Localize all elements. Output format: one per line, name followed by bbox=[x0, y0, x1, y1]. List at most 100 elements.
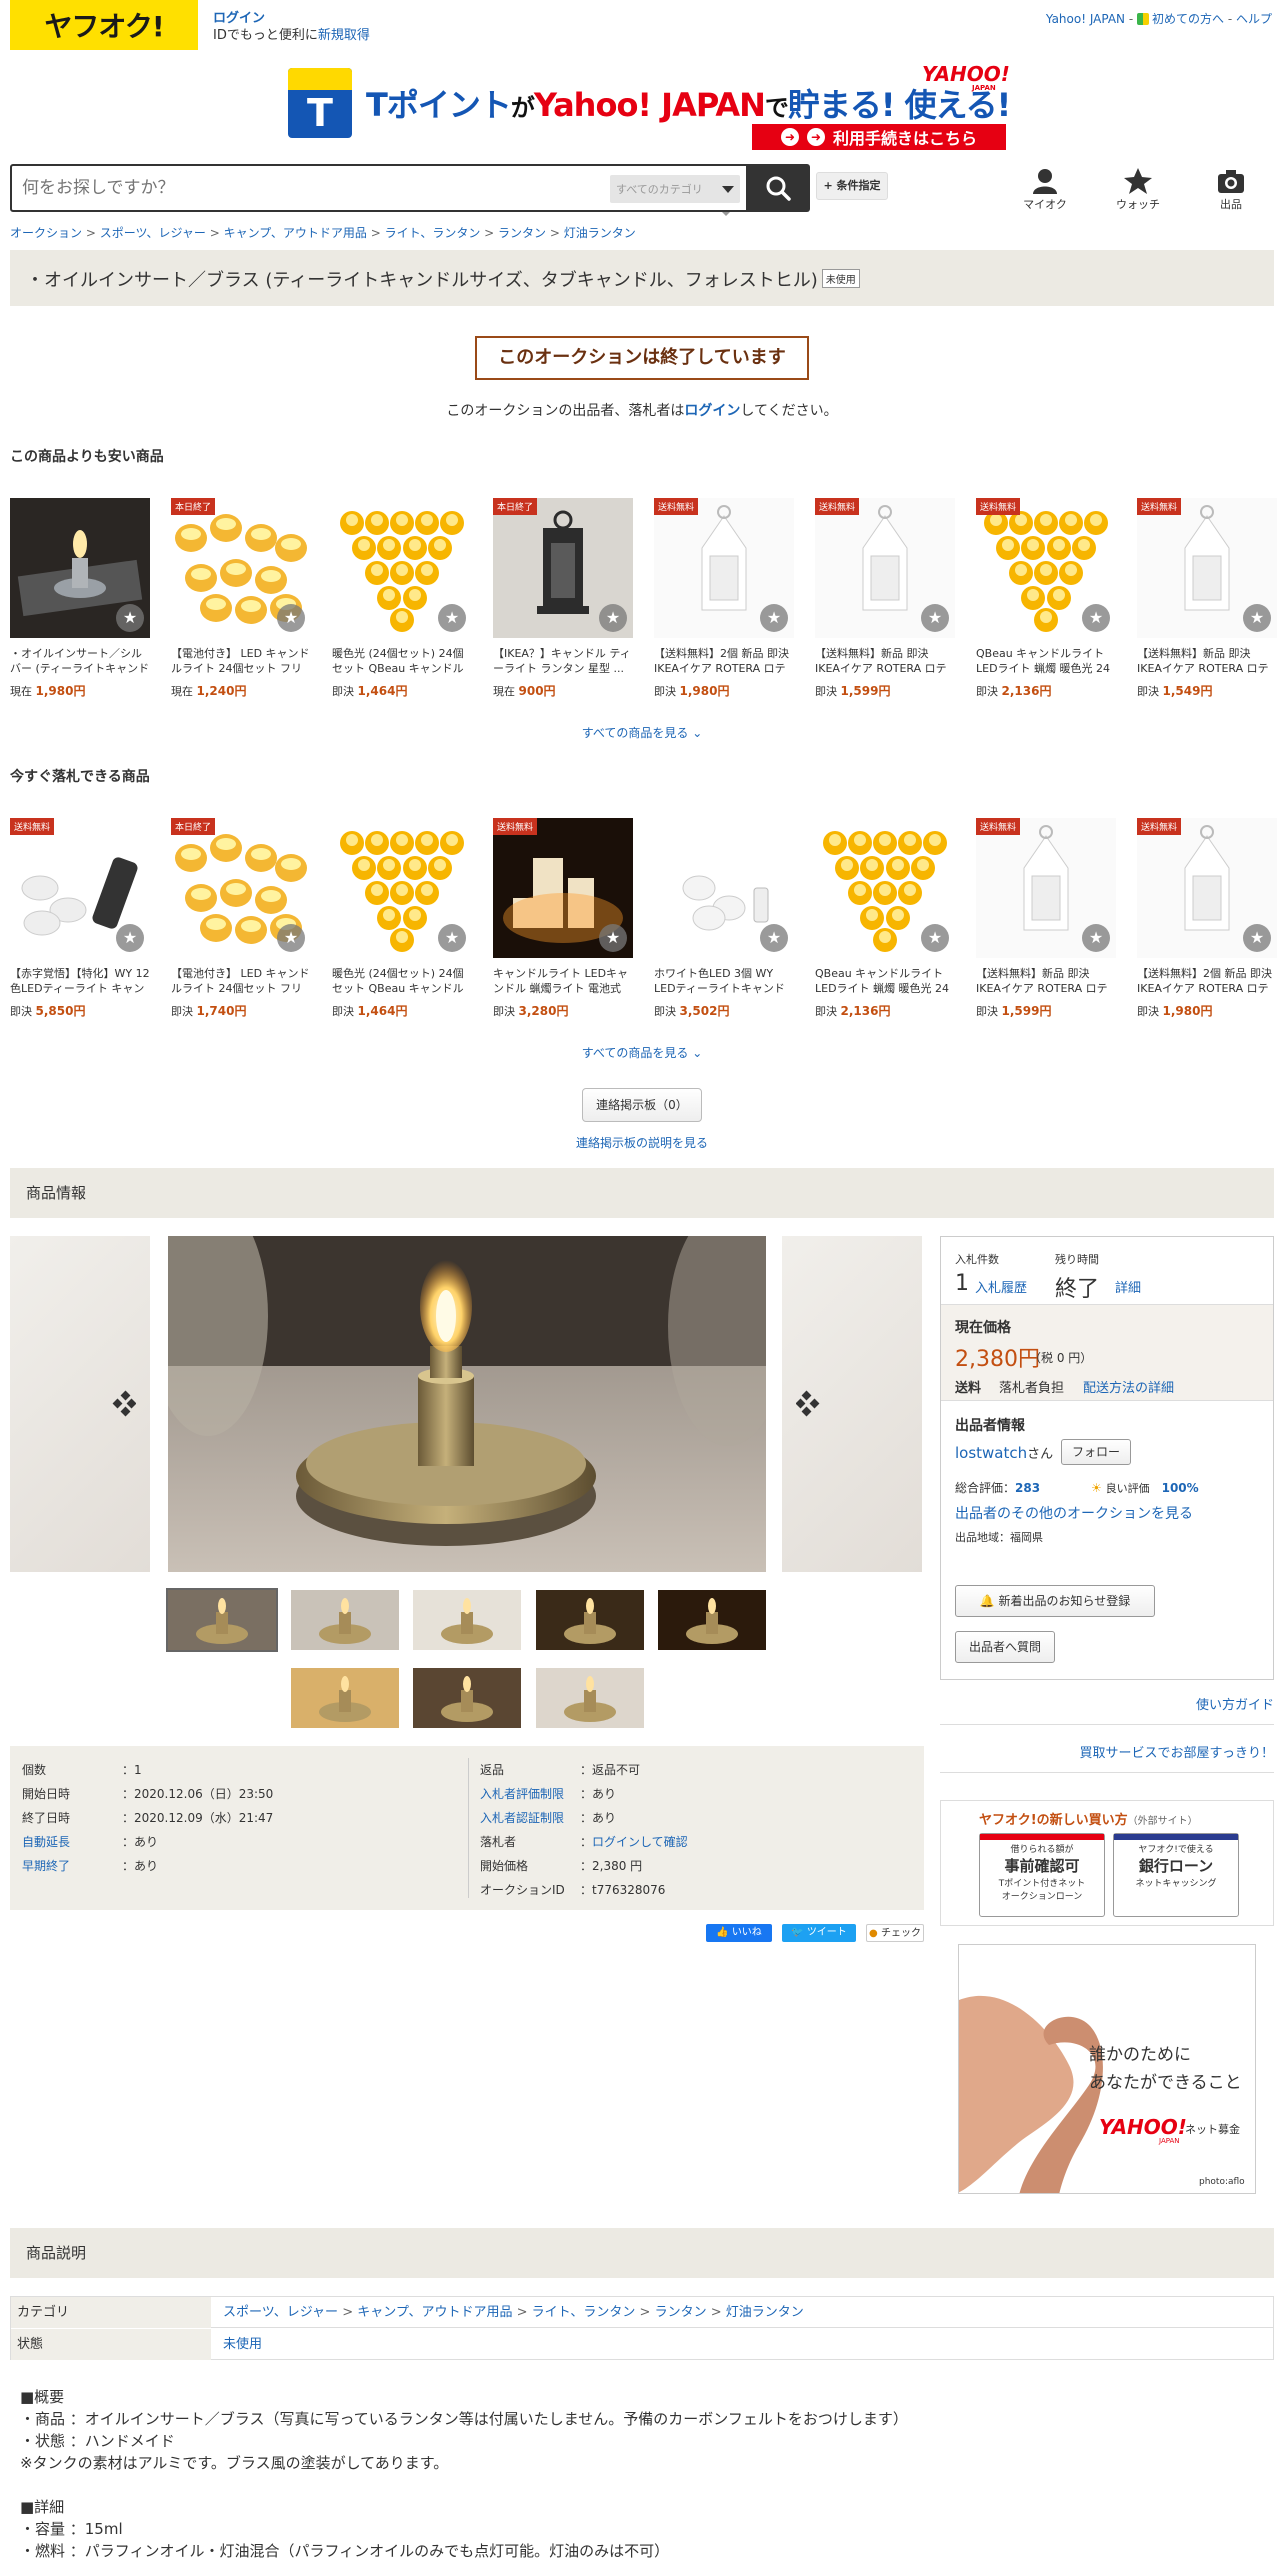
rating-link[interactable]: 283 bbox=[1015, 1481, 1040, 1495]
product-card[interactable]: 送料無料 ★ 【送料無料】新品 即決 IKEAイケア ROTERA ロテーラ ラン.… bbox=[976, 818, 1116, 1019]
watch-star-icon[interactable]: ★ bbox=[438, 604, 466, 632]
product-card[interactable]: 送料無料 ★ 【送料無料】新品 即決 IKEAイケア ROTERA ロテーラ ラン.… bbox=[815, 498, 955, 699]
loan-card-1[interactable]: 借りられる額が 事前確認可 Tポイント付きネット オークションローン bbox=[979, 1833, 1105, 1917]
watch-star-icon[interactable]: ★ bbox=[760, 924, 788, 952]
watch-star-icon[interactable]: ★ bbox=[277, 604, 305, 632]
banner-register-button[interactable]: ➜ ➜ 利用手続きはこちら bbox=[752, 124, 1006, 150]
seller-name-link[interactable]: lostwatch bbox=[955, 1444, 1027, 1462]
product-name[interactable]: 【送料無料】新品 即決 IKEAイケア ROTERA ロテーラ ラン... bbox=[815, 646, 955, 676]
product-name[interactable]: 【赤字覚悟】【特化】WY 12色LEDティーライト キャンドル... bbox=[10, 966, 150, 996]
product-name[interactable]: キャンドルライト LEDキャンドル 蝋燭ライト 電池式 ... bbox=[493, 966, 633, 996]
product-name[interactable]: 【送料無料】2個 新品 即決 IKEAイケア ROTERA ロテーラ... bbox=[1137, 966, 1277, 996]
product-card[interactable]: 送料無料 ★ 【送料無料】2個 新品 即決 IKEAイケア ROTERA ロテーラ.… bbox=[1137, 818, 1277, 1019]
category-link[interactable]: ライト、ランタン bbox=[532, 2305, 636, 2320]
product-thumbnail[interactable]: ★ bbox=[654, 818, 794, 958]
help-link[interactable]: ヘルプ bbox=[1236, 12, 1272, 26]
watch-star-icon[interactable]: ★ bbox=[116, 924, 144, 952]
watch-star-icon[interactable]: ★ bbox=[599, 924, 627, 952]
signup-link[interactable]: 新規取得 bbox=[318, 28, 370, 43]
product-card[interactable]: 送料無料 ★ 【送料無料】2個 新品 即決 IKEAイケア ROTERA ロテーラ.… bbox=[654, 498, 794, 699]
product-thumbnail[interactable]: 送料無料 ★ bbox=[976, 498, 1116, 638]
notify-button[interactable]: 🔔 新着出品のお知らせ登録 bbox=[955, 1585, 1155, 1617]
login-link[interactable]: ログイン bbox=[213, 11, 265, 26]
product-thumbnail[interactable]: 送料無料 ★ bbox=[654, 498, 794, 638]
category-link[interactable]: キャンプ、アウトドア用品 bbox=[357, 2305, 512, 2320]
product-name[interactable]: ホワイト色LED 3個 WY LEDティーライトキャンドル... bbox=[654, 966, 794, 996]
breadcrumb-item[interactable]: ライト、ランタン bbox=[385, 226, 481, 240]
product-name[interactable]: 【送料無料】新品 即決 IKEAイケア ROTERA ロテーラ ラン... bbox=[976, 966, 1116, 996]
watch-star-icon[interactable]: ★ bbox=[1243, 604, 1271, 632]
product-card[interactable]: 本日終了 ★ 【電池付き】 LED キャンドルライト 24個セット フリッカー...… bbox=[171, 498, 311, 699]
gallery-thumbnail[interactable] bbox=[536, 1590, 644, 1650]
product-name[interactable]: QBeau キャンドルライト LEDライト 蝋燭 暖色光 24個... bbox=[815, 966, 955, 996]
yahoo-japan-link[interactable]: Yahoo! JAPAN bbox=[1046, 12, 1125, 26]
detail-key[interactable]: 入札者評価制限 bbox=[480, 1782, 580, 1806]
category-select[interactable]: すべてのカテゴリ bbox=[610, 175, 740, 203]
watch-star-icon[interactable]: ★ bbox=[760, 604, 788, 632]
product-card[interactable]: 送料無料 ★ 【送料無料】新品 即決 IKEAイケア ROTERA ロテーラ ラン.… bbox=[1137, 498, 1277, 699]
facebook-like-button[interactable]: 👍 いいね bbox=[706, 1924, 772, 1942]
watch-star-icon[interactable]: ★ bbox=[921, 604, 949, 632]
product-name[interactable]: 【送料無料】2個 新品 即決 IKEAイケア ROTERA ロテーラ... bbox=[654, 646, 794, 676]
watch-star-icon[interactable]: ★ bbox=[599, 604, 627, 632]
ask-question-button[interactable]: 出品者へ質問 bbox=[955, 1631, 1055, 1663]
chevron-left-icon[interactable] bbox=[110, 1384, 136, 1424]
product-name[interactable]: QBeau キャンドルライト LEDライト 蝋燭 暖色光 24個... bbox=[976, 646, 1116, 676]
detail-value[interactable]: ログインして確認 bbox=[592, 1835, 688, 1849]
product-card[interactable]: ★ ホワイト色LED 3個 WY LEDティーライトキャンドル... 即決 3,50… bbox=[654, 818, 794, 1019]
product-thumbnail[interactable]: 本日終了 ★ bbox=[171, 498, 311, 638]
kaitori-link[interactable]: 買取サービスでお部屋すっきり！ bbox=[1080, 1742, 1274, 1761]
product-name[interactable]: 【電池付き】 LED キャンドルライト 24個セット フリッカー... bbox=[171, 646, 311, 676]
product-thumbnail[interactable]: 本日終了 ★ bbox=[171, 818, 311, 958]
gallery-thumbnail[interactable] bbox=[166, 1588, 278, 1652]
product-thumbnail[interactable]: 本日終了 ★ bbox=[493, 498, 633, 638]
chevron-right-icon[interactable] bbox=[796, 1384, 822, 1424]
product-thumbnail[interactable]: 送料無料 ★ bbox=[815, 498, 955, 638]
product-thumbnail[interactable]: ★ bbox=[332, 498, 472, 638]
breadcrumb-item[interactable]: スポーツ、レジャー bbox=[100, 226, 206, 240]
good-rating-link[interactable]: 100% bbox=[1162, 1481, 1199, 1495]
product-thumbnail[interactable]: 送料無料 ★ bbox=[10, 818, 150, 958]
category-link[interactable]: スポーツ、レジャー bbox=[223, 2305, 338, 2320]
detail-key[interactable]: 入札者認証制限 bbox=[480, 1806, 580, 1830]
product-name[interactable]: 暖色光 (24個セット) 24個セット QBeau キャンドルライト... bbox=[332, 966, 472, 996]
buynow-see-all-link[interactable]: すべての商品を見る ⌄ bbox=[0, 1044, 1284, 1061]
breadcrumb-item[interactable]: ランタン bbox=[498, 226, 546, 240]
product-thumbnail[interactable]: 送料無料 ★ bbox=[493, 818, 633, 958]
tpoint-banner[interactable]: T TポイントがYahoo! JAPANで貯まる! 使える! YAHOO! JA… bbox=[288, 62, 1011, 152]
usage-guide-link[interactable]: 使い方ガイド bbox=[1196, 1694, 1274, 1713]
gallery-thumbnail[interactable] bbox=[291, 1590, 399, 1650]
follow-button[interactable]: フォロー bbox=[1061, 1439, 1131, 1465]
product-name[interactable]: 【電池付き】 LED キャンドルライト 24個セット フリッカー... bbox=[171, 966, 311, 996]
watch-star-icon[interactable]: ★ bbox=[921, 924, 949, 952]
product-thumbnail[interactable]: ★ bbox=[815, 818, 955, 958]
yafuoku-logo[interactable]: ヤフオク! bbox=[10, 0, 198, 50]
gallery-thumbnail[interactable] bbox=[658, 1590, 766, 1650]
product-thumbnail[interactable]: 送料無料 ★ bbox=[1137, 498, 1277, 638]
product-card[interactable]: ★ QBeau キャンドルライト LEDライト 蝋燭 暖色光 24個... 即決 2… bbox=[815, 818, 955, 1019]
breadcrumb-item[interactable]: 灯油ランタン bbox=[564, 226, 636, 240]
product-card[interactable]: 送料無料 ★ 【赤字覚悟】【特化】WY 12色LEDティーライト キャンドル... 即… bbox=[10, 818, 150, 1019]
detail-key[interactable]: 自動延長 bbox=[22, 1830, 122, 1854]
tweet-button[interactable]: 🐦 ツイート bbox=[782, 1924, 856, 1942]
watch-star-icon[interactable]: ★ bbox=[438, 924, 466, 952]
gallery-thumbnail[interactable] bbox=[413, 1668, 521, 1728]
watch-star-icon[interactable]: ★ bbox=[1082, 924, 1110, 952]
watch-star-icon[interactable]: ★ bbox=[277, 924, 305, 952]
detail-key[interactable]: 早期終了 bbox=[22, 1854, 122, 1878]
search-input[interactable] bbox=[12, 166, 602, 210]
cheaper-see-all-link[interactable]: すべての商品を見る ⌄ bbox=[0, 724, 1284, 741]
bbs-help-link[interactable]: 連絡掲示板の説明を見る bbox=[0, 1134, 1284, 1151]
product-thumbnail[interactable]: ★ bbox=[332, 818, 472, 958]
product-card[interactable]: ★ ・オイルインサート／シルバー (ティーライトキャンドルサイズ... 現在 1,9… bbox=[10, 498, 150, 699]
product-card[interactable]: ★ 暖色光 (24個セット) 24個セット QBeau キャンドルライト... 即決… bbox=[332, 498, 472, 699]
bid-history-link[interactable]: 入札履歴 bbox=[975, 1277, 1027, 1296]
donation-ad[interactable]: 誰かのために あなたができること YAHOO! JAPAN ネット募金 photo… bbox=[958, 1944, 1256, 2194]
product-card[interactable]: 送料無料 ★ QBeau キャンドルライト LEDライト 蝋燭 暖色光 24個...… bbox=[976, 498, 1116, 699]
watch-star-icon[interactable]: ★ bbox=[1243, 924, 1271, 952]
category-link[interactable]: 灯油ランタン bbox=[726, 2305, 804, 2320]
main-product-image[interactable] bbox=[168, 1236, 766, 1572]
gallery-thumbnail[interactable] bbox=[413, 1590, 521, 1650]
product-name[interactable]: ・オイルインサート／シルバー (ティーライトキャンドルサイズ... bbox=[10, 646, 150, 676]
product-name[interactable]: 暖色光 (24個セット) 24個セット QBeau キャンドルライト... bbox=[332, 646, 472, 676]
